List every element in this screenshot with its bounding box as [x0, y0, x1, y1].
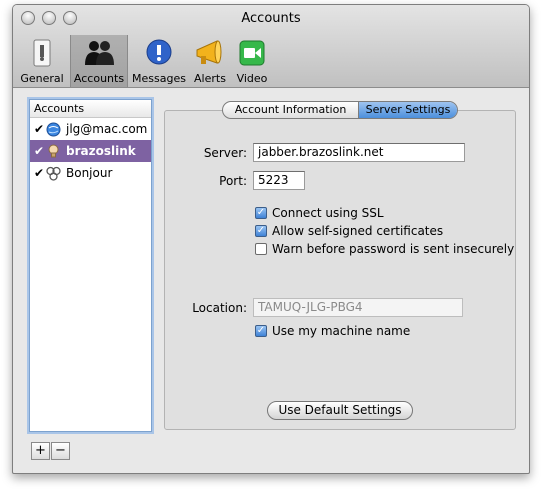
add-account-button[interactable]: +	[31, 442, 50, 460]
tab-account-information[interactable]: Account Information	[223, 102, 359, 118]
server-field[interactable]: jabber.brazoslink.net	[253, 143, 465, 162]
window-title: Accounts	[241, 11, 301, 26]
toolbar-accounts[interactable]: Accounts	[70, 35, 128, 87]
toolbar-video-label: Video	[236, 72, 268, 85]
warn-checkbox-label: Warn before password is sent insecurely	[272, 242, 515, 256]
location-label: Location:	[192, 301, 247, 315]
settings-tabs: Account Information Server Settings	[222, 101, 458, 119]
toolbar-messages[interactable]: Messages	[131, 35, 187, 87]
toolbar-general[interactable]: General	[17, 35, 67, 87]
toolbar-video[interactable]: Video	[232, 35, 272, 87]
warn-checkbox[interactable]	[255, 243, 267, 255]
machine-name-checkbox[interactable]: ✓	[255, 325, 267, 337]
port-label: Port:	[219, 174, 247, 188]
people-icon	[85, 41, 114, 65]
toolbar-accounts-label: Accounts	[73, 72, 125, 85]
port-field[interactable]: 5223	[253, 171, 305, 190]
account-label: brazoslink	[66, 144, 136, 158]
enabled-check-icon[interactable]: ✔	[34, 140, 44, 162]
ssl-checkbox[interactable]: ✓	[255, 207, 267, 219]
accounts-list-header: Accounts	[30, 100, 151, 118]
megaphone-icon	[196, 40, 222, 64]
machine-name-checkbox-label: Use my machine name	[272, 324, 411, 338]
self-signed-checkbox-label: Allow self-signed certificates	[272, 224, 444, 238]
account-row-brazoslink[interactable]: ✔ brazoslink	[30, 140, 151, 162]
alert-bubble-icon	[146, 39, 172, 65]
lightbulb-icon	[48, 144, 59, 158]
toolbar-general-label: General	[20, 72, 64, 85]
tab-server-settings[interactable]: Server Settings	[359, 102, 457, 118]
ssl-checkbox-label: Connect using SSL	[272, 206, 384, 220]
toolbar-alerts-label: Alerts	[194, 72, 226, 85]
preferences-window: Accounts General Accounts Messages Alert…	[12, 4, 530, 474]
enabled-check-icon[interactable]: ✔	[34, 162, 44, 184]
account-row-jlg[interactable]: ✔ jlg@mac.com	[30, 118, 151, 140]
use-default-settings-button[interactable]: Use Default Settings	[267, 401, 413, 420]
toolbar: Accounts General Accounts Messages Alert…	[13, 5, 529, 88]
account-row-bonjour[interactable]: ✔ Bonjour	[30, 162, 151, 184]
accounts-list[interactable]: Accounts ✔ jlg@mac.com ✔ brazoslink ✔ Bo…	[29, 99, 152, 432]
location-field[interactable]: TAMUQ-JLG-PBG4	[253, 298, 463, 317]
account-label: Bonjour	[66, 166, 113, 180]
mac-globe-icon	[46, 122, 61, 137]
account-label: jlg@mac.com	[66, 122, 148, 136]
toolbar-alerts[interactable]: Alerts	[189, 35, 231, 87]
self-signed-checkbox[interactable]: ✓	[255, 225, 267, 237]
remove-account-button[interactable]: −	[51, 442, 70, 460]
enabled-check-icon[interactable]: ✔	[34, 118, 44, 140]
toolbar-messages-label: Messages	[132, 72, 186, 85]
video-camera-icon	[239, 40, 265, 66]
server-label: Server:	[203, 146, 247, 160]
switch-icon	[33, 39, 51, 67]
bonjour-icon	[46, 166, 61, 181]
